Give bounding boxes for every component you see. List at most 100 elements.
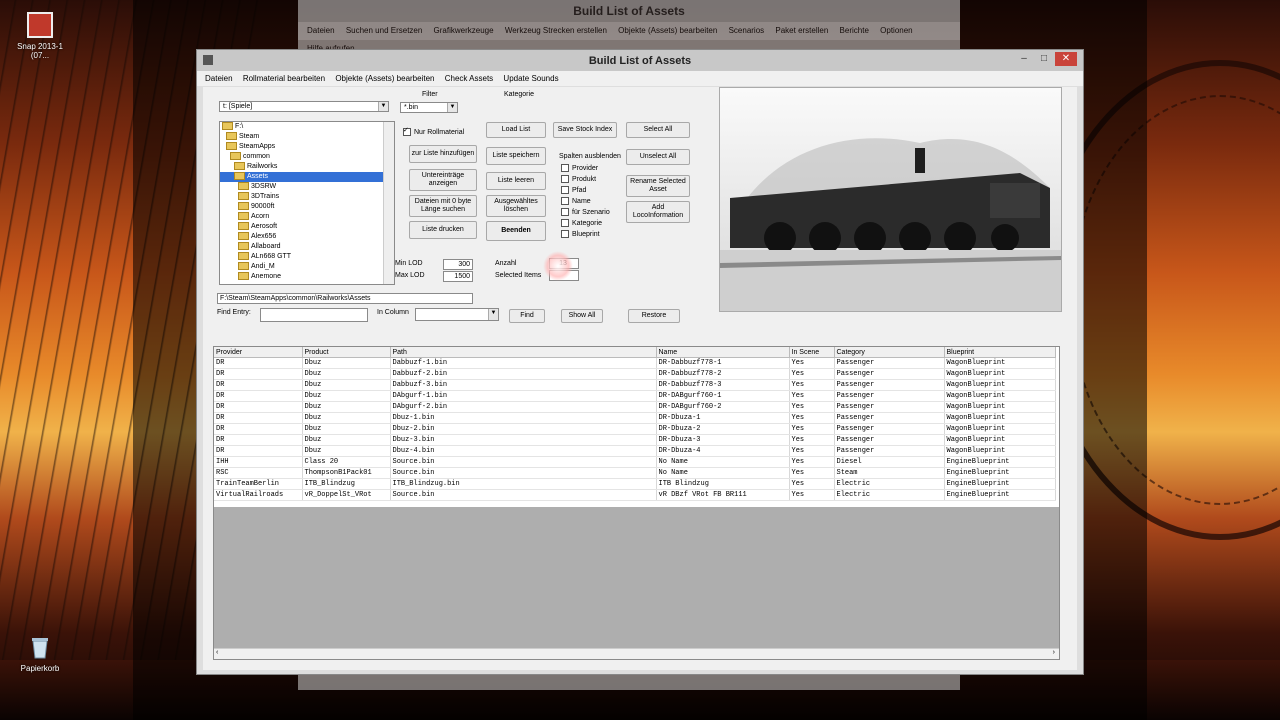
column-header[interactable]: In Scene [789,347,835,358]
tree-node[interactable]: 3DSRW [220,182,394,192]
bg-menu-item[interactable]: Suchen und Ersetzen [346,22,423,40]
bg-menu-item[interactable]: Werkzeug Strecken erstellen [505,22,607,40]
bg-menu-item[interactable]: Paket erstellen [775,22,828,40]
max-lod-input[interactable]: 1500 [443,271,473,282]
trash-icon [27,634,53,660]
bg-menu-item[interactable]: Dateien [307,22,335,40]
desktop-icon-snap[interactable]: Snap 2013-1 (07... [10,12,70,60]
filter-select[interactable]: *.bin ▼ [400,102,458,113]
find-entry-input[interactable] [260,308,368,322]
print-list-button[interactable]: Liste drucken [409,221,477,239]
menu-objekte[interactable]: Objekte (Assets) bearbeiten [335,71,434,86]
tree-node[interactable]: Steam [220,132,394,142]
close-button[interactable]: ✕ [1055,52,1077,66]
table-row[interactable]: DR Dbuz Dbuz-3.bin DR-Dbuza-3 Yes Passenger Wa… [214,434,1056,446]
column-header[interactable]: Provider [214,347,303,358]
column-toggle-name[interactable]: Name [561,197,591,205]
menu-rollmaterial[interactable]: Rollmaterial bearbeiten [243,71,325,86]
table-row[interactable]: DR Dbuz Dabbuzf-1.bin DR-Dabbuzf778-1 Yes Pas… [214,357,1056,369]
table-row[interactable]: RSC ThompsonB1Pack01 Source.bin No Name Yes S… [214,467,1056,479]
menu-update-sounds[interactable]: Update Sounds [503,71,558,86]
min-lod-input[interactable]: 300 [443,259,473,270]
save-list-button[interactable]: Liste speichern [486,147,546,165]
show-subentries-button[interactable]: Untereinträge anzeigen [409,169,477,191]
tree-node[interactable]: Allaboard [220,242,394,252]
bg-menu-item[interactable]: Berichte [840,22,869,40]
table-cell: WagonBlueprint [944,390,1056,402]
quit-button[interactable]: Beenden [486,221,546,241]
desktop-icon-trash[interactable]: Papierkorb [10,634,70,673]
tree-node[interactable]: Andi_M [220,262,394,272]
column-toggle-kategorie[interactable]: Kategorie [561,219,602,227]
column-toggle-blueprint[interactable]: Blueprint [561,230,600,238]
tree-node[interactable]: Aerosoft [220,222,394,232]
tree-node[interactable]: Railworks [220,162,394,172]
column-toggle-szenario[interactable]: für Szenario [561,208,610,216]
bg-menu-item[interactable]: Optionen [880,22,912,40]
select-all-button[interactable]: Select All [626,122,690,138]
add-loco-info-button[interactable]: Add LocoInformation [626,201,690,223]
clear-list-button[interactable]: Liste leeren [486,172,546,190]
folder-tree[interactable]: F:\ Steam SteamApps common Railworks Ass… [219,121,395,285]
table-row[interactable]: DR Dbuz Dbuz-1.bin DR-Dbuza-1 Yes Passenger Wa… [214,412,1056,424]
restore-button[interactable]: Restore [628,309,680,323]
unselect-all-button[interactable]: Unselect All [626,149,690,165]
bg-menu-item[interactable]: Scenarios [729,22,765,40]
column-header[interactable]: Path [390,347,657,358]
tree-node[interactable]: ALn668 GTT [220,252,394,262]
tree-node-label: SteamApps [239,143,276,150]
drive-select[interactable]: t: [Spiele] ▼ [219,101,389,112]
minimize-button[interactable]: – [1015,52,1033,66]
find-zero-files-button[interactable]: Dateien mit 0 byte Länge suchen [409,195,477,217]
tree-node[interactable]: common [220,152,394,162]
tree-node-selected[interactable]: Assets [220,172,394,182]
column-toggle-provider[interactable]: Provider [561,164,598,172]
table-row[interactable]: DR Dbuz Dabbuzf-2.bin DR-Dabbuzf778-2 Yes Pas… [214,368,1056,380]
column-toggle-pfad[interactable]: Pfad [561,186,586,194]
menu-dateien[interactable]: Dateien [205,71,233,86]
tree-node-label: Allaboard [251,243,281,250]
title-bar[interactable]: Build List of Assets – □ ✕ [197,50,1083,71]
rename-selected-button[interactable]: Rename Selected Asset [626,175,690,197]
tree-node[interactable]: Acorn [220,212,394,222]
column-toggle-produkt[interactable]: Produkt [561,175,596,183]
show-all-button[interactable]: Show All [561,309,603,323]
column-header[interactable]: Category [834,347,945,358]
scroll-left-icon[interactable]: ‹ [216,649,218,656]
menu-check-assets[interactable]: Check Assets [445,71,493,86]
column-header[interactable]: Name [656,347,790,358]
tree-node-label: common [243,153,270,160]
in-column-select[interactable]: ▼ [415,308,499,321]
table-row[interactable]: DR Dbuz DAbgurf-1.bin DR-DABgurf760-1 Yes Pas… [214,390,1056,402]
scroll-right-icon[interactable]: › [1053,649,1055,656]
maximize-button[interactable]: □ [1035,52,1053,66]
tree-node[interactable]: 3DTrains [220,192,394,202]
save-stock-index-button[interactable]: Save Stock Index [553,122,617,138]
asset-table[interactable]: Provider Product Path Name In Scene Cate… [213,346,1060,660]
table-row[interactable]: DR Dbuz DAbgurf-2.bin DR-DABgurf760-2 Yes Pas… [214,401,1056,413]
table-row[interactable]: DR Dbuz Dbuz-4.bin DR-Dbuza-4 Yes Passenger Wa… [214,445,1056,457]
load-list-button[interactable]: Load List [486,122,546,138]
table-row[interactable]: IHH Class 20 Source.bin No Name Yes Diesel Eng… [214,456,1056,468]
find-button[interactable]: Find [509,309,545,323]
table-cell: Dbuz [302,423,391,435]
delete-selected-button[interactable]: Ausgewähltes löschen [486,195,546,217]
tree-node[interactable]: SteamApps [220,142,394,152]
checkbox [561,197,569,205]
column-header[interactable]: Blueprint [944,347,1056,358]
table-row[interactable]: DR Dbuz Dabbuzf-3.bin DR-Dabbuzf778-3 Yes Pas… [214,379,1056,391]
tree-node[interactable]: Alex656 [220,232,394,242]
only-rollmaterial-checkbox[interactable]: Nur Rollmaterial [403,126,464,136]
table-row[interactable]: TrainTeamBerlin ITB_Blindzug ITB_Blindzug.… [214,478,1056,490]
tree-node[interactable]: Anemone [220,272,394,282]
table-row[interactable]: DR Dbuz Dbuz-2.bin DR-Dbuza-2 Yes Passenger Wa… [214,423,1056,435]
tree-scrollbar[interactable] [383,122,394,284]
column-header[interactable]: Product [302,347,391,358]
table-row[interactable]: VirtualRailroads vR_DoppelSt_VRot Source.b… [214,489,1056,501]
bg-menu-item[interactable]: Grafikwerkzeuge [434,22,494,40]
add-to-list-button[interactable]: zur Liste hinzufügen [409,145,477,163]
tree-node[interactable]: F:\ [220,122,394,132]
bg-menu-item[interactable]: Objekte (Assets) bearbeiten [618,22,717,40]
table-horizontal-scrollbar[interactable]: ‹ › [214,648,1059,659]
tree-node[interactable]: 90000ft [220,202,394,212]
